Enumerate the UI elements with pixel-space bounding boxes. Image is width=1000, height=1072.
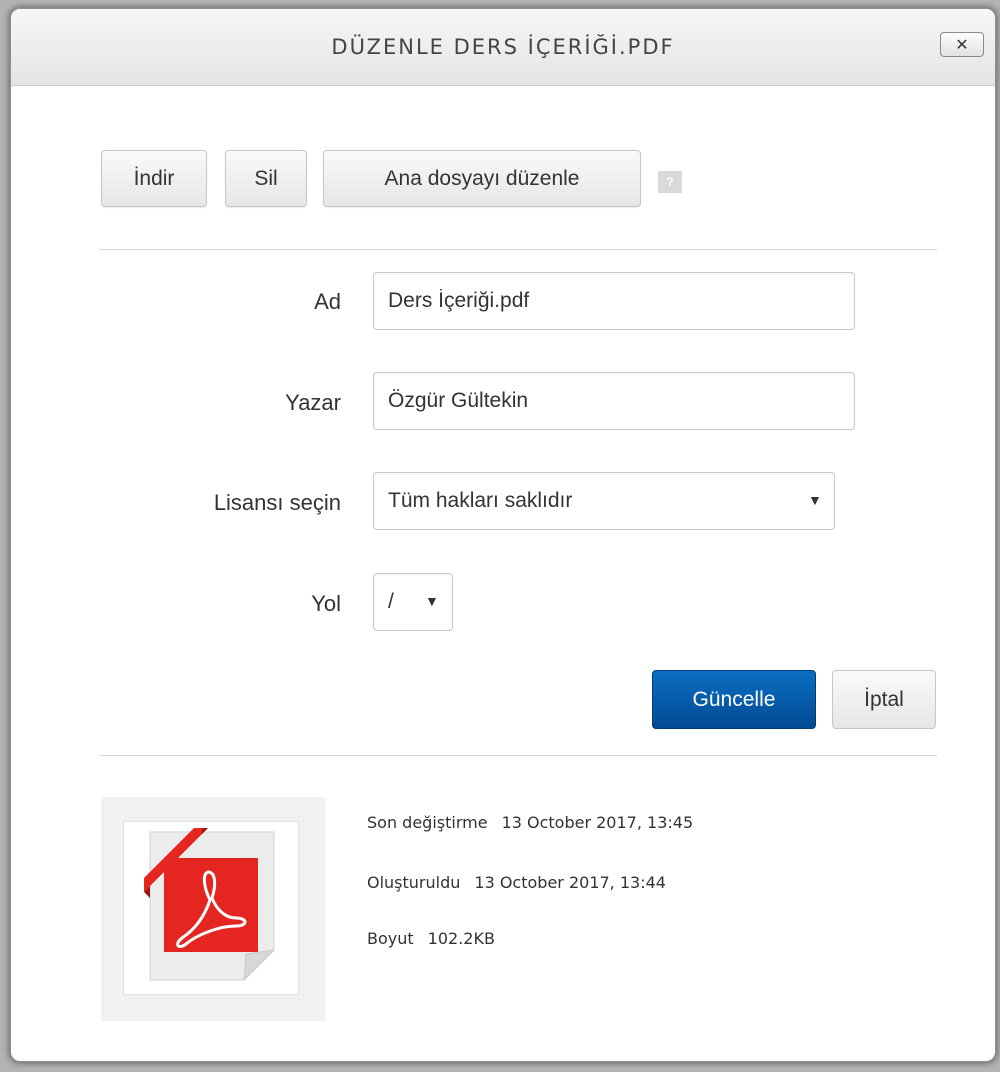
edit-file-dialog: DÜZENLE DERS İÇERİĞİ.PDF ✕ İndir Sil Ana… [10, 8, 996, 1062]
chevron-down-icon: ▼ [808, 492, 822, 508]
delete-button[interactable]: Sil [225, 150, 307, 207]
dialog-titlebar: DÜZENLE DERS İÇERİĞİ.PDF ✕ [11, 9, 995, 86]
name-input[interactable] [373, 272, 855, 330]
dialog-title: DÜZENLE DERS İÇERİĞİ.PDF [331, 35, 675, 59]
close-button[interactable]: ✕ [940, 32, 984, 57]
question-icon[interactable]: ? [658, 171, 682, 193]
modified-value: 13 October 2017, 13:45 [501, 813, 694, 832]
chevron-down-icon: ▼ [425, 593, 439, 609]
divider-top [99, 249, 937, 250]
created-value: 13 October 2017, 13:44 [474, 873, 666, 892]
created-label: Oluşturuldu [367, 873, 461, 892]
pdf-file-icon [144, 828, 276, 982]
thumbnail-frame [123, 821, 299, 995]
license-select-value: Tüm hakları saklıdır [388, 489, 573, 512]
modified-label: Son değiştirme [367, 813, 488, 832]
file-thumbnail [101, 797, 325, 1021]
set-main-file-button[interactable]: Ana dosyayı düzenle [323, 150, 641, 207]
cancel-button[interactable]: İptal [832, 670, 936, 729]
license-select[interactable]: Tüm hakları saklıdır ▼ [373, 472, 835, 530]
license-label: Lisansı seçin [213, 490, 341, 515]
size-value: 102.2KB [427, 929, 495, 948]
update-button[interactable]: Güncelle [652, 670, 816, 729]
download-button[interactable]: İndir [101, 150, 207, 207]
name-label: Ad [314, 289, 341, 314]
size-row: Boyut 102.2KB [367, 929, 495, 948]
modified-row: Son değiştirme 13 October 2017, 13:45 [367, 813, 693, 832]
author-label: Yazar [285, 390, 341, 415]
path-select[interactable]: / ▼ [373, 573, 453, 631]
close-icon: ✕ [955, 35, 969, 54]
path-select-value: / [388, 590, 394, 613]
path-label: Yol [311, 591, 341, 616]
author-input[interactable] [373, 372, 855, 430]
created-row: Oluşturuldu 13 October 2017, 13:44 [367, 873, 666, 892]
divider-bottom [99, 755, 937, 756]
size-label: Boyut [367, 929, 414, 948]
